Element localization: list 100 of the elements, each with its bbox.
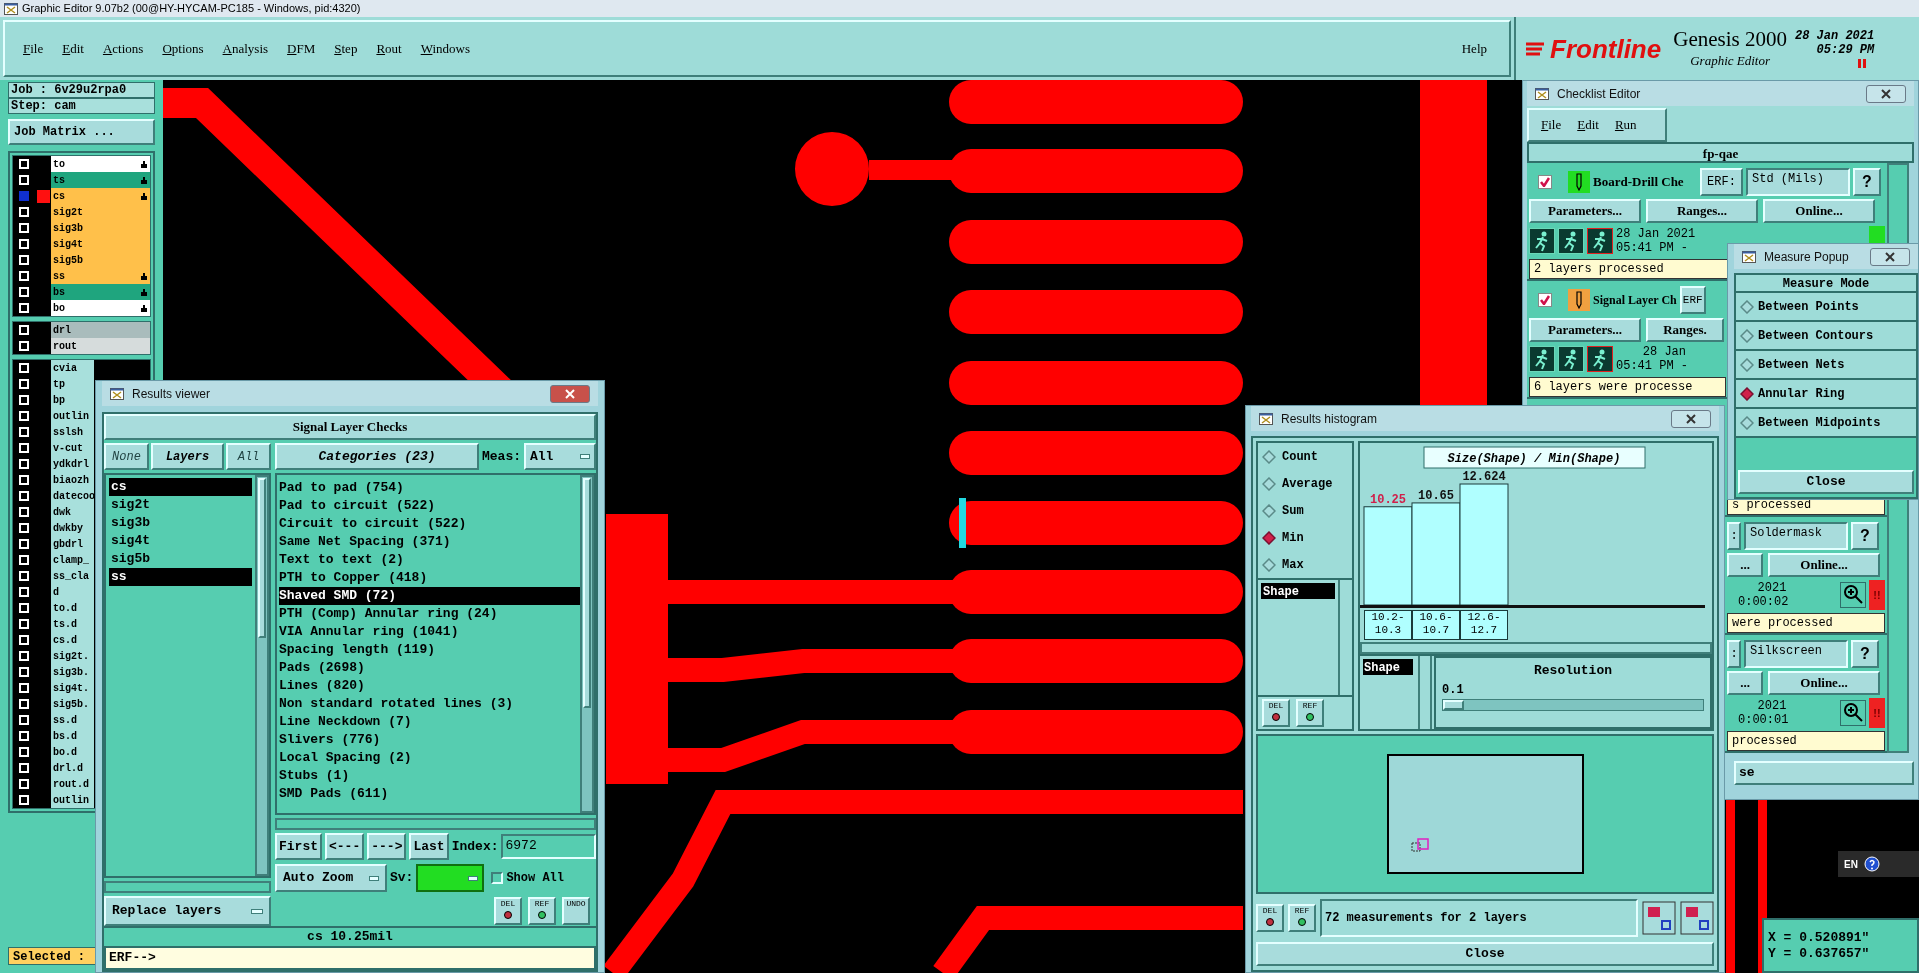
function-radio[interactable]: Max (1262, 555, 1348, 574)
category-item[interactable]: PTH (Comp) Annular ring (24) (279, 605, 580, 623)
layer-row[interactable]: rout.d (51, 776, 94, 792)
category-item[interactable]: Pad to circuit (522) (279, 497, 580, 515)
category-item[interactable]: Pad to pad (754) (279, 479, 580, 497)
tool-button[interactable]: DEL (1262, 699, 1290, 727)
category-item[interactable]: Shaved SMD (72) (279, 587, 580, 605)
tool-button[interactable]: UNDO (562, 897, 590, 925)
layer-row[interactable]: ts.d (51, 616, 94, 632)
close-button[interactable]: Close (1256, 942, 1714, 966)
layer-row[interactable]: cs.d (51, 632, 94, 648)
menu-item[interactable]: Options (162, 38, 204, 59)
menu-item[interactable]: DFM (287, 38, 316, 59)
menu-item[interactable]: Windows (420, 38, 470, 59)
standard-field[interactable]: Soldermask (1744, 521, 1848, 550)
menu-item[interactable]: Rout (376, 38, 402, 59)
close-button[interactable] (550, 384, 590, 403)
scrollbar[interactable] (1360, 642, 1712, 654)
categories-button[interactable]: Categories (23) (275, 443, 479, 470)
scrollbar[interactable] (580, 475, 594, 813)
function-radio[interactable]: Sum (1262, 501, 1348, 520)
menu-item[interactable]: File (23, 38, 44, 59)
replace-layers-dropdown[interactable]: Replace layers (104, 896, 271, 926)
layer-row[interactable]: dwk (51, 504, 94, 520)
tool-button[interactable]: DEL (494, 897, 522, 925)
menu-item[interactable]: Edit (62, 38, 84, 59)
check-action-button[interactable]: Online... (1768, 553, 1880, 577)
standard-field[interactable]: Silkscreen (1744, 639, 1848, 668)
check-action-button[interactable]: Online... (1768, 671, 1880, 695)
layer-row[interactable]: to (51, 156, 150, 172)
result-layer-item[interactable]: sig5b (109, 550, 252, 568)
layer-row[interactable]: sig2t (51, 204, 150, 220)
erf-button[interactable]: : (1727, 521, 1741, 550)
tool-button[interactable]: REF (528, 897, 556, 925)
check-action-button[interactable]: Ranges... (1646, 199, 1758, 223)
layer-row[interactable]: outlin (51, 408, 94, 424)
resolution-slider[interactable] (1442, 698, 1704, 711)
layer-checkbox[interactable] (19, 191, 29, 201)
tool-button[interactable]: DEL (1256, 904, 1284, 932)
layer-row[interactable]: ss (51, 268, 150, 284)
layer-row[interactable]: sig5b. (51, 696, 94, 712)
close-button[interactable]: Close (1738, 470, 1914, 494)
menu-item[interactable]: Analysis (222, 38, 269, 59)
layer-row[interactable]: sig3b (51, 220, 150, 236)
category-item[interactable]: PTH to Copper (418) (279, 569, 580, 587)
erf-button[interactable]: ERF (1679, 285, 1706, 314)
category-item[interactable]: Local Spacing (2) (279, 749, 580, 767)
show-all-checkbox[interactable] (491, 872, 504, 884)
help-icon[interactable] (1863, 856, 1880, 872)
layer-row[interactable]: sig4t. (51, 680, 94, 696)
layer-filter-button[interactable]: Layers (151, 443, 224, 470)
result-layer-item[interactable]: cs (109, 478, 252, 496)
check-action-button[interactable]: Parameters... (1529, 317, 1641, 342)
menu-item[interactable]: Actions (102, 38, 144, 59)
layer-row[interactable]: sslsh (51, 424, 94, 440)
scrollbar[interactable] (255, 475, 269, 876)
measure-mode-option[interactable]: Between Points (1736, 293, 1916, 322)
close-button[interactable] (1870, 247, 1910, 266)
measure-mode-option[interactable]: Between Nets (1736, 351, 1916, 380)
function-radio[interactable]: Average (1262, 474, 1348, 493)
menu-item[interactable]: Help (1461, 38, 1487, 59)
job-matrix-button[interactable]: Job Matrix ... (8, 119, 155, 145)
severity-dropdown[interactable] (416, 864, 485, 892)
layer-row[interactable]: ss.d (51, 712, 94, 728)
row-checkbox[interactable] (1538, 174, 1552, 189)
layer-row[interactable]: bs.d (51, 728, 94, 744)
layer-row[interactable]: bs (51, 284, 150, 300)
scrollbar[interactable] (1418, 656, 1432, 729)
row-checkbox[interactable] (1538, 292, 1552, 307)
nav-button[interactable]: First (275, 833, 322, 860)
check-action-button[interactable]: Parameters... (1529, 199, 1641, 223)
layer-row[interactable]: bp (51, 392, 94, 408)
histogram-bar[interactable] (1363, 506, 1413, 606)
layer-row[interactable]: cs (51, 188, 150, 204)
category-item[interactable]: Stubs (1) (279, 767, 580, 785)
layer-row[interactable]: sig2t. (51, 648, 94, 664)
meas-dropdown[interactable]: All (524, 443, 596, 470)
measure-mode-option[interactable]: Annular Ring (1736, 380, 1916, 409)
scrollbar[interactable] (275, 818, 596, 830)
nav-button[interactable]: <--- (325, 833, 365, 860)
scrollbar[interactable] (104, 881, 271, 893)
layer-row[interactable]: drl (51, 322, 150, 338)
nav-button[interactable]: ---> (367, 833, 407, 860)
slider-thumb[interactable] (1443, 699, 1464, 710)
result-layer-item[interactable]: sig3b (109, 514, 252, 532)
layer-row[interactable]: clamp_ (51, 552, 94, 568)
layer-row[interactable]: tp (51, 376, 94, 392)
category-item[interactable]: Non standard rotated lines (3) (279, 695, 580, 713)
zoom-mode-dropdown[interactable]: Auto Zoom (275, 864, 387, 892)
close-button[interactable] (1866, 84, 1906, 103)
erf-command-field[interactable]: ERF--> (104, 946, 596, 970)
layer-row[interactable]: sig4t (51, 236, 150, 252)
language-label[interactable]: EN (1844, 856, 1858, 872)
layer-row[interactable]: bo (51, 300, 150, 316)
layer-row[interactable]: biaozh (51, 472, 94, 488)
layer-row[interactable]: outlin (51, 792, 94, 808)
index-field[interactable]: 6972 (501, 834, 596, 859)
category-item[interactable]: SMD Pads (611) (279, 785, 580, 803)
erf-button[interactable]: : (1727, 639, 1741, 668)
histogram-bar[interactable] (1411, 502, 1461, 606)
